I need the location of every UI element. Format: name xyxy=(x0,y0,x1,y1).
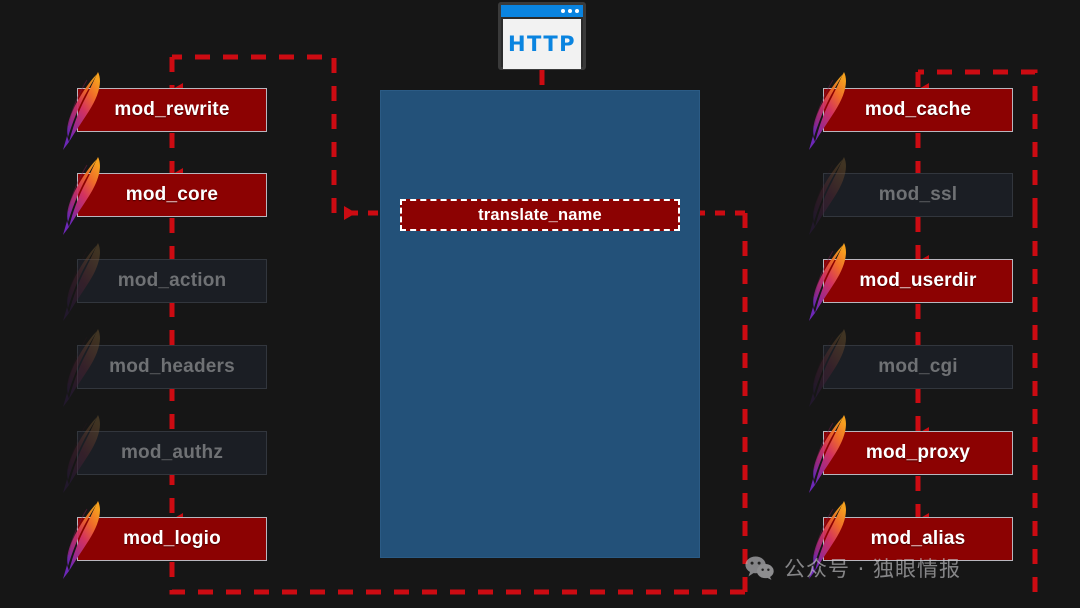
module-label: mod_cgi xyxy=(878,356,958,377)
module-mod-userdir[interactable]: mod_userdir xyxy=(809,243,1013,321)
http-client-window: HTTP xyxy=(498,2,586,70)
http-window-body: HTTP xyxy=(503,19,581,69)
browser-window-icon xyxy=(501,5,583,17)
module-label: mod_alias xyxy=(870,528,966,549)
module-label: mod_proxy xyxy=(865,442,971,463)
window-dot-2 xyxy=(568,9,572,13)
module-mod-cgi[interactable]: mod_cgi xyxy=(809,329,1013,407)
module-mod-logio[interactable]: mod_logio xyxy=(63,501,267,579)
phase-translate-name[interactable]: translate_name xyxy=(400,199,680,232)
wechat-icon xyxy=(745,556,774,580)
request-pipeline-panel xyxy=(380,90,700,558)
phase-label: translate_name xyxy=(478,205,602,224)
module-label: mod_action xyxy=(117,270,227,291)
module-label: mod_authz xyxy=(120,442,224,463)
watermark-text: 公众号 · 独眼情报 xyxy=(784,557,962,581)
module-label: mod_headers xyxy=(109,356,235,377)
watermark: 公众号 · 独眼情报 xyxy=(745,553,961,583)
module-mod-headers[interactable]: mod_headers xyxy=(63,329,267,407)
diagram-canvas: HTTP 公众号 · 独眼情报 read_requestquick_handle… xyxy=(0,0,1080,608)
module-mod-core[interactable]: mod_core xyxy=(63,157,267,235)
module-label: mod_cache xyxy=(864,99,972,120)
module-label: mod_rewrite xyxy=(114,99,230,120)
module-mod-action[interactable]: mod_action xyxy=(63,243,267,321)
module-label: mod_core xyxy=(125,184,219,205)
window-dot-1 xyxy=(561,9,565,13)
module-mod-ssl[interactable]: mod_ssl xyxy=(809,157,1013,235)
module-label: mod_logio xyxy=(123,528,221,549)
module-mod-authz[interactable]: mod_authz xyxy=(63,415,267,493)
module-label: mod_ssl xyxy=(878,184,958,205)
module-label: mod_userdir xyxy=(859,270,977,291)
module-mod-cache[interactable]: mod_cache xyxy=(809,72,1013,150)
module-mod-rewrite[interactable]: mod_rewrite xyxy=(63,72,267,150)
http-label: HTTP xyxy=(507,32,577,56)
window-dot-3 xyxy=(575,9,579,13)
module-mod-proxy[interactable]: mod_proxy xyxy=(809,415,1013,493)
